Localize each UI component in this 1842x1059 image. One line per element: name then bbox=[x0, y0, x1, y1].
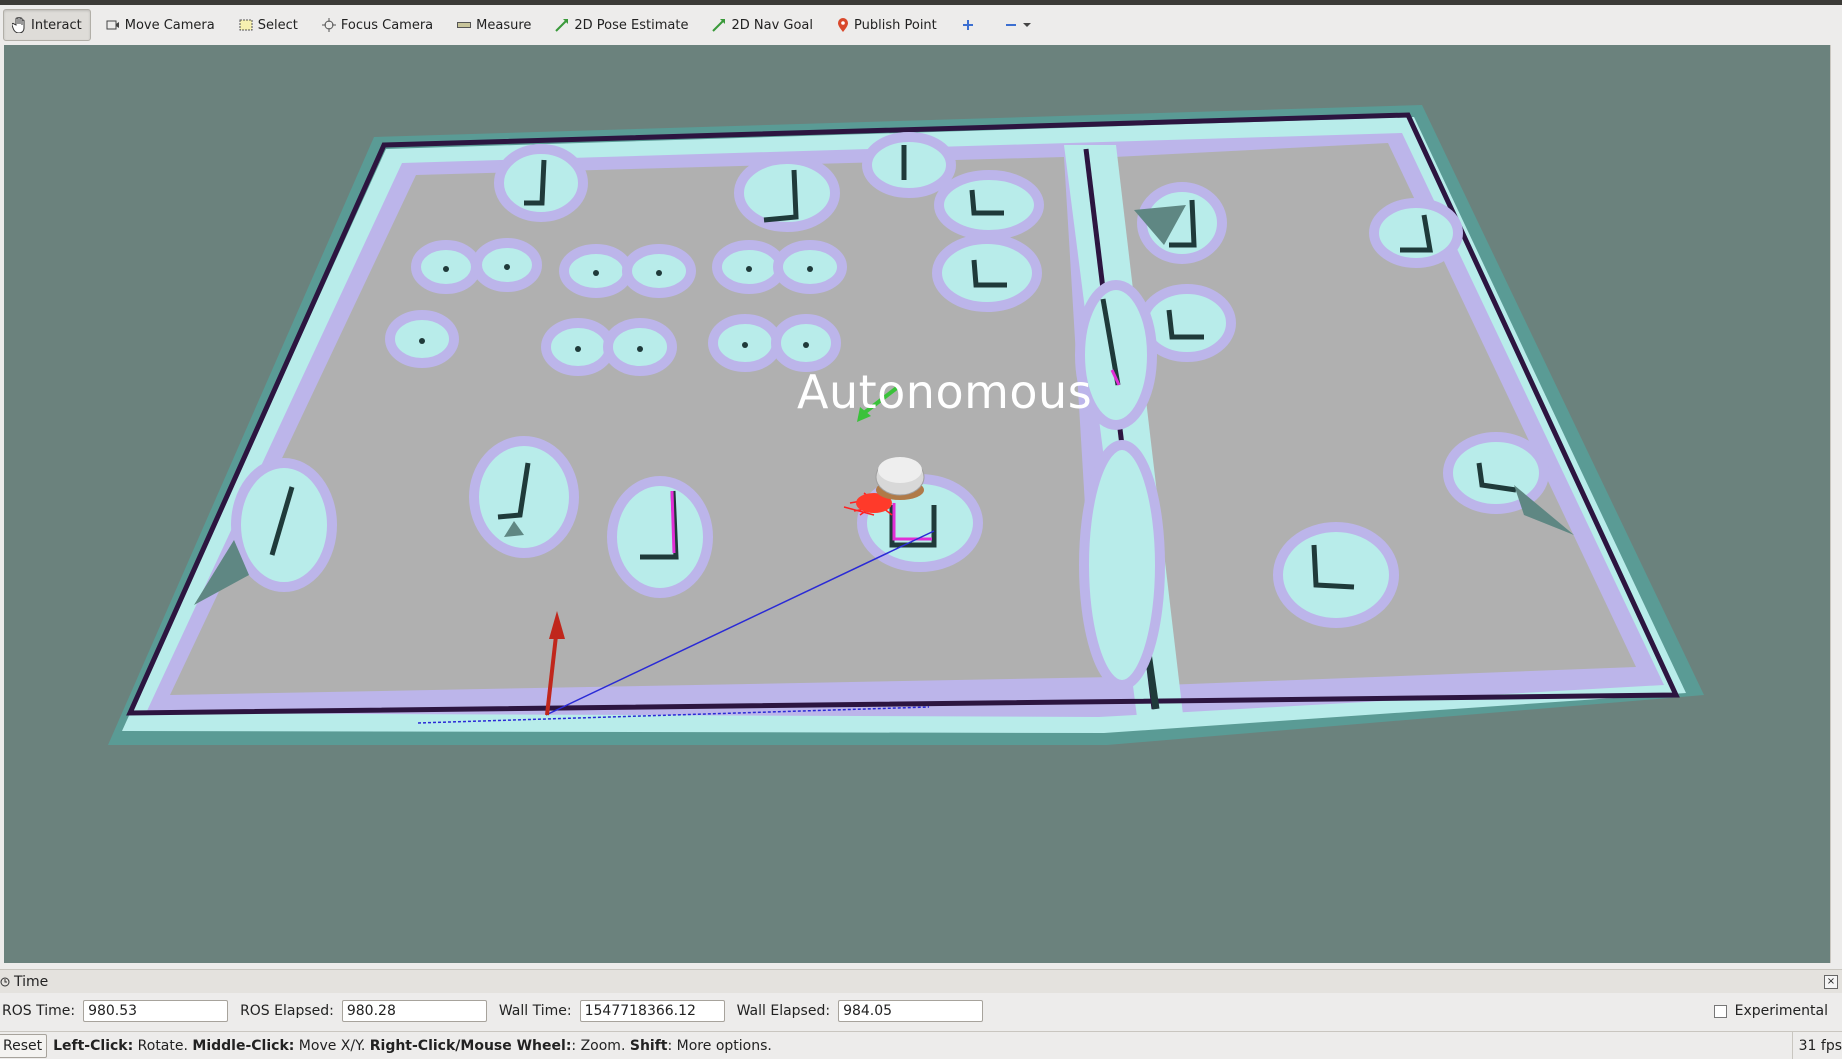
pose-estimate-label: 2D Pose Estimate bbox=[574, 17, 689, 33]
green-arrow-icon bbox=[712, 19, 726, 32]
experimental-toggle[interactable]: Experimental bbox=[1713, 1003, 1828, 1019]
chevron-down-icon bbox=[1022, 23, 1031, 27]
move-camera-tool[interactable]: Move Camera bbox=[97, 9, 224, 41]
map-pin-icon bbox=[838, 17, 849, 32]
fps-counter: 31 fps bbox=[1791, 1032, 1842, 1059]
ros-time-label: ROS Time: bbox=[2, 1003, 76, 1019]
nav-goal-label: 2D Nav Goal bbox=[731, 17, 814, 33]
plus-icon bbox=[962, 20, 973, 30]
focus-camera-label: Focus Camera bbox=[340, 17, 434, 33]
clock-icon bbox=[0, 977, 10, 987]
hint-right-key: Right-Click/Mouse Wheel: bbox=[369, 1037, 572, 1054]
add-tool-button[interactable] bbox=[952, 9, 989, 41]
status-bar: Reset Left-Click: Rotate. Middle-Click: … bbox=[0, 1031, 1842, 1059]
hint-shift: : More options. bbox=[667, 1037, 772, 1054]
focus-camera-icon bbox=[321, 18, 336, 32]
reset-label: Reset bbox=[3, 1037, 43, 1054]
hint-shift-key: Shift bbox=[629, 1037, 668, 1054]
measure-label: Measure bbox=[476, 17, 532, 33]
interact-label: Interact bbox=[31, 17, 82, 33]
map-scene bbox=[108, 105, 1704, 745]
select-icon bbox=[239, 19, 253, 31]
wall-time-field[interactable] bbox=[579, 1000, 725, 1022]
viewport-right-edge bbox=[1830, 45, 1842, 963]
ros-time-field[interactable] bbox=[83, 1000, 229, 1022]
robot-top bbox=[878, 457, 922, 483]
experimental-label: Experimental bbox=[1734, 1003, 1828, 1019]
move-camera-icon bbox=[106, 20, 119, 30]
hint-right: : Zoom. bbox=[571, 1037, 630, 1054]
ros-elapsed-field[interactable] bbox=[341, 1000, 487, 1022]
reset-button[interactable]: Reset bbox=[0, 1033, 48, 1058]
time-fields-row: ROS Time: ROS Elapsed: Wall Time: Wall E… bbox=[0, 993, 1842, 1029]
pose-estimate-tool[interactable]: 2D Pose Estimate bbox=[546, 9, 697, 41]
ros-elapsed-label: ROS Elapsed: bbox=[240, 1003, 334, 1019]
nav-goal-tool[interactable]: 2D Nav Goal bbox=[703, 9, 822, 41]
select-label: Select bbox=[257, 17, 298, 33]
time-panel-header: Time × bbox=[0, 969, 1842, 995]
minus-icon bbox=[1005, 24, 1016, 26]
publish-point-tool[interactable]: Publish Point bbox=[828, 9, 946, 41]
wall-time-label: Wall Time: bbox=[498, 1003, 572, 1019]
experimental-checkbox[interactable] bbox=[1713, 1004, 1727, 1018]
focus-camera-tool[interactable]: Focus Camera bbox=[313, 9, 442, 41]
mouse-hint: Left-Click: Rotate. Middle-Click: Move X… bbox=[53, 1038, 772, 1054]
hint-mid: Move X/Y. bbox=[294, 1037, 370, 1054]
green-arrow-icon bbox=[555, 19, 569, 32]
fps-value: 31 fps bbox=[1798, 1037, 1842, 1054]
wall-elapsed-field[interactable] bbox=[838, 1000, 984, 1022]
ruler-icon bbox=[457, 22, 472, 28]
mode-overlay-text: Autonomous bbox=[797, 365, 1093, 419]
rviz-toolbar: Interact Move Camera Select Focus Camera… bbox=[0, 5, 1842, 45]
measure-tool[interactable]: Measure bbox=[448, 9, 540, 41]
wall-elapsed-label: Wall Elapsed: bbox=[736, 1003, 831, 1019]
time-panel-title: Time bbox=[14, 974, 49, 990]
publish-point-label: Publish Point bbox=[854, 17, 937, 33]
move-camera-label: Move Camera bbox=[124, 17, 215, 33]
3d-viewport[interactable]: Autonomous bbox=[4, 45, 1830, 963]
hand-icon bbox=[12, 17, 25, 33]
hint-left: Rotate. bbox=[133, 1037, 193, 1054]
interact-tool[interactable]: Interact bbox=[3, 9, 91, 41]
close-panel-button[interactable]: × bbox=[1824, 975, 1838, 989]
hint-left-key: Left-Click: bbox=[53, 1037, 134, 1054]
select-tool[interactable]: Select bbox=[230, 9, 307, 41]
remove-tool-button[interactable] bbox=[995, 9, 1045, 41]
hint-mid-key: Middle-Click: bbox=[192, 1037, 295, 1054]
